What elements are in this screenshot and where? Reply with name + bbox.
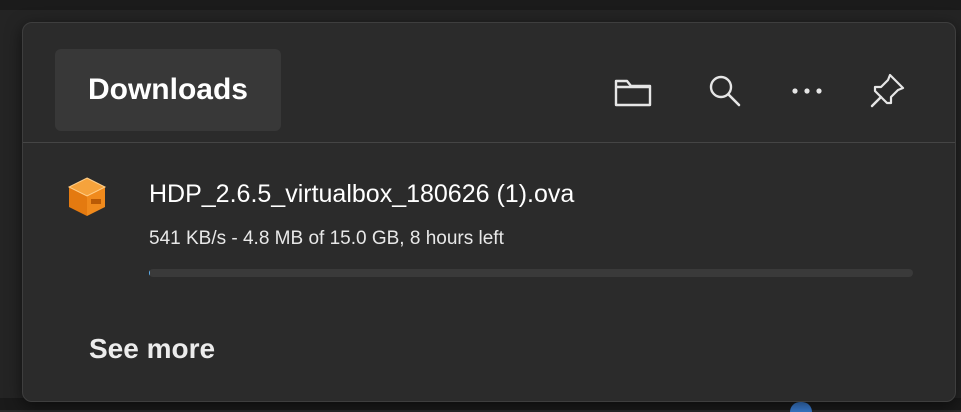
download-item[interactable]: HDP_2.6.5_virtualbox_180626 (1).ova 541 … bbox=[23, 144, 955, 284]
open-folder-button[interactable] bbox=[611, 69, 655, 113]
downloads-header: Downloads bbox=[23, 23, 955, 143]
download-file-name[interactable]: HDP_2.6.5_virtualbox_180626 (1).ova bbox=[149, 180, 574, 209]
background-toolbar bbox=[0, 0, 961, 10]
more-options-icon bbox=[789, 86, 825, 96]
downloads-panel: Downloads bbox=[22, 22, 956, 402]
search-downloads-button[interactable] bbox=[703, 69, 747, 113]
open-folder-icon bbox=[613, 74, 653, 108]
pin-button[interactable] bbox=[865, 69, 909, 113]
download-progress-bar bbox=[149, 269, 913, 277]
ova-file-icon bbox=[63, 172, 111, 220]
search-icon bbox=[707, 73, 743, 109]
downloads-title: Downloads bbox=[88, 73, 248, 107]
more-options-button[interactable] bbox=[785, 69, 829, 113]
download-status: 541 KB/s - 4.8 MB of 15.0 GB, 8 hours le… bbox=[149, 228, 504, 250]
see-more-link[interactable]: See more bbox=[89, 333, 215, 365]
downloads-title-box: Downloads bbox=[55, 49, 281, 131]
pin-icon bbox=[866, 70, 908, 112]
